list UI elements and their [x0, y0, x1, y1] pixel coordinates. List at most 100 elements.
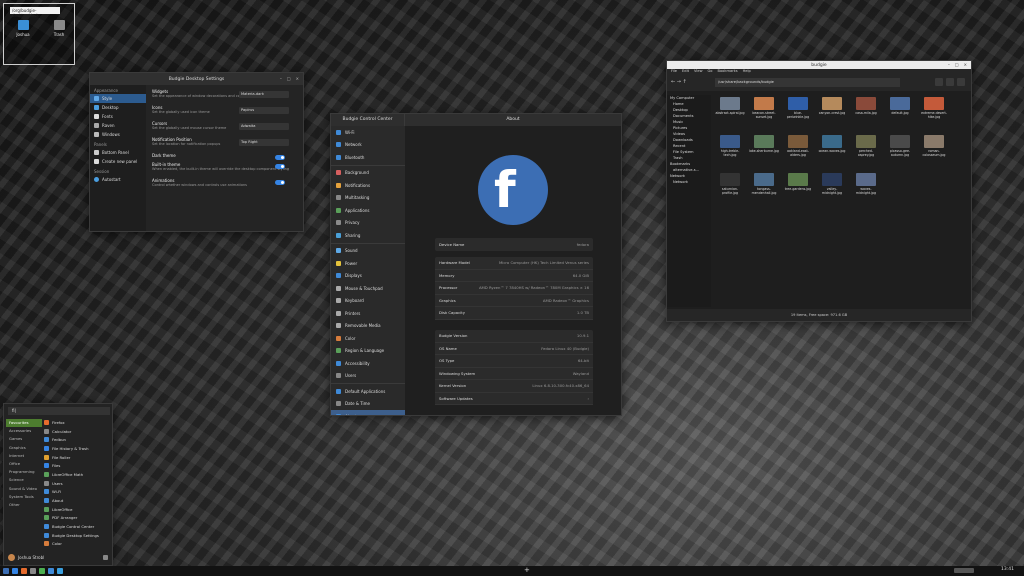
sidebar-item-multitasking[interactable]: Multitasking	[331, 192, 405, 205]
app-icon[interactable]	[39, 568, 45, 574]
settings-app-icon[interactable]	[48, 568, 54, 574]
power-icon[interactable]	[103, 555, 108, 560]
file-item[interactable]: oakland-east-alders.jpg	[783, 135, 813, 157]
dark-theme-toggle[interactable]	[275, 155, 285, 160]
icons-dropdown[interactable]: Papirus	[239, 107, 289, 114]
sidebar-item-desktop[interactable]: Desktop	[90, 103, 146, 112]
sidebar-item-color[interactable]: Color	[331, 332, 405, 345]
file-item[interactable]: perched-osprey.jpg	[851, 135, 881, 157]
vscode-icon[interactable]	[57, 568, 63, 574]
sidebar-item-removable-media[interactable]: Removable Media	[331, 320, 405, 333]
maximize-icon[interactable]: □	[287, 76, 291, 81]
app-item-libreoffice[interactable]: LibreOffice	[44, 505, 110, 514]
sidebar-item-date-time[interactable]: Date & Time	[331, 398, 405, 411]
file-item[interactable]: waves-midnight.jpg	[851, 173, 881, 195]
sidebar-item-mouse-touchpad[interactable]: Mouse & Touchpad	[331, 282, 405, 295]
terminal-icon[interactable]	[30, 568, 36, 574]
notification-position-dropdown[interactable]: Top Right	[239, 139, 289, 146]
file-item[interactable]: roman-colosseum.jpg	[919, 135, 949, 157]
tray-icons[interactable]	[954, 568, 974, 573]
sidebar-item-accessibility[interactable]: Accessibility	[331, 357, 405, 370]
sidebar-item-users[interactable]: Users	[331, 370, 405, 383]
app-item-about[interactable]: About	[44, 496, 110, 505]
category-favourites[interactable]: Favourites	[6, 419, 42, 428]
app-item-calculator[interactable]: Calculator	[44, 427, 110, 436]
file-item[interactable]: abstract-spiral.jpg	[715, 97, 745, 115]
category-graphics[interactable]: Graphics	[6, 444, 42, 452]
app-item-libreoffice-math[interactable]: LibreOffice Math	[44, 470, 110, 479]
files-app-icon[interactable]	[12, 568, 18, 574]
menu-search-input[interactable]: fi|	[8, 407, 110, 415]
sidebar-item-sound[interactable]: Sound	[331, 245, 405, 258]
category-system-tools[interactable]: System Tools	[6, 493, 42, 501]
info-row[interactable]: Software Updates ›	[435, 393, 593, 405]
sidebar-item-applications[interactable]: Applications	[331, 204, 405, 217]
file-item[interactable]: lake-sherburne.jpg	[749, 135, 779, 153]
widgets-dropdown[interactable]: Materia-dark	[239, 91, 289, 98]
icon-view-icon[interactable]	[935, 78, 943, 86]
compact-view-icon[interactable]	[957, 78, 965, 86]
file-item[interactable]: tree-gardens.jpg	[783, 173, 813, 191]
add-workspace-button[interactable]: +	[524, 566, 530, 574]
sidebar-item-network[interactable]: Network	[667, 179, 711, 185]
cursors-dropdown[interactable]: Adwaita	[239, 123, 289, 130]
sidebar-item-network[interactable]: Network	[331, 139, 405, 152]
category-other[interactable]: Other	[6, 501, 42, 509]
app-item-files[interactable]: Files	[44, 461, 110, 470]
sidebar-item-region-language[interactable]: Region & Language	[331, 345, 405, 358]
sidebar-item-displays[interactable]: Displays	[331, 270, 405, 283]
nav-arrows-icon[interactable]: ← → ↑	[671, 79, 687, 85]
app-item-firefox[interactable]: Firefox	[44, 418, 110, 427]
app-item-file-roller[interactable]: File Roller	[44, 453, 110, 462]
sidebar-item-create-panel[interactable]: Create new panel	[90, 157, 146, 166]
app-item-color[interactable]: Color	[44, 540, 110, 549]
close-icon[interactable]: ×	[964, 62, 967, 67]
menu-launcher-icon[interactable]	[3, 568, 9, 574]
maximize-icon[interactable]: □	[955, 62, 959, 67]
app-item-fedbun[interactable]: Fedbun	[44, 435, 110, 444]
sidebar-item-default-applications[interactable]: Default Applications	[331, 385, 405, 398]
sidebar-item-autostart[interactable]: Autostart	[90, 175, 146, 184]
category-accessories[interactable]: Accessories	[6, 427, 42, 435]
file-item[interactable]: blue-periwinkle.jpg	[783, 97, 813, 119]
firefox-icon[interactable]	[21, 568, 27, 574]
category-sound-video[interactable]: Sound & Video	[6, 485, 42, 493]
location-bar[interactable]: /usr/share/backgrounds/budgie	[715, 78, 900, 87]
file-item[interactable]: picasso-gee-autumn.jpg	[885, 135, 915, 157]
app-item-budgie-desktop-settings[interactable]: Budgie Desktop Settings	[44, 531, 110, 540]
sidebar-item-fonts[interactable]: Fonts	[90, 112, 146, 121]
file-item[interactable]: saturnian-profile.jpg	[715, 173, 745, 195]
sidebar-item-sharing[interactable]: Sharing	[331, 229, 405, 242]
file-item[interactable]: beacon-street-sunset.jpg	[749, 97, 779, 119]
app-item-budgie-control-center[interactable]: Budgie Control Center	[44, 522, 110, 531]
sidebar-item-wi-fi[interactable]: Wi-Fi	[331, 126, 405, 139]
builtin-theme-toggle[interactable]	[275, 164, 285, 169]
animations-toggle[interactable]	[275, 180, 285, 185]
sidebar-item-windows[interactable]: Windows	[90, 130, 146, 139]
file-item[interactable]: valley-midnight.jpg	[817, 173, 847, 195]
list-view-icon[interactable]	[946, 78, 954, 86]
desktop-icon-home[interactable]: Joshua	[12, 20, 34, 37]
file-item[interactable]: default.jpg	[885, 97, 915, 115]
sidebar-item-keyboard[interactable]: Keyboard	[331, 295, 405, 308]
file-item[interactable]: casa-mila.jpg	[851, 97, 881, 115]
minimize-icon[interactable]: –	[948, 62, 950, 67]
sidebar-item-style[interactable]: Style	[90, 94, 146, 103]
file-item[interactable]: canyon-crest.jpg	[817, 97, 847, 115]
app-item-wi-fi[interactable]: Wi-Fi	[44, 488, 110, 497]
category-science[interactable]: Science	[6, 476, 42, 484]
file-item[interactable]: extreme-desert-hike.jpg	[919, 97, 949, 119]
minimize-icon[interactable]: –	[280, 76, 282, 81]
file-item[interactable]: high-treble-tech.jpg	[715, 135, 745, 157]
sidebar-item-notifications[interactable]: Notifications	[331, 179, 405, 192]
sidebar-item-power[interactable]: Power	[331, 257, 405, 270]
close-icon[interactable]: ×	[296, 76, 299, 81]
sidebar-item-privacy[interactable]: Privacy	[331, 217, 405, 230]
clock[interactable]: 13:41	[1001, 567, 1014, 572]
app-item-users[interactable]: Users	[44, 479, 110, 488]
category-programming[interactable]: Programming	[6, 468, 42, 476]
sidebar-item-bottom-panel[interactable]: Bottom Panel	[90, 148, 146, 157]
category-internet[interactable]: Internet	[6, 452, 42, 460]
sidebar-item-about[interactable]: About	[331, 410, 405, 415]
app-item-file-history-trash[interactable]: File History & Trash	[44, 444, 110, 453]
